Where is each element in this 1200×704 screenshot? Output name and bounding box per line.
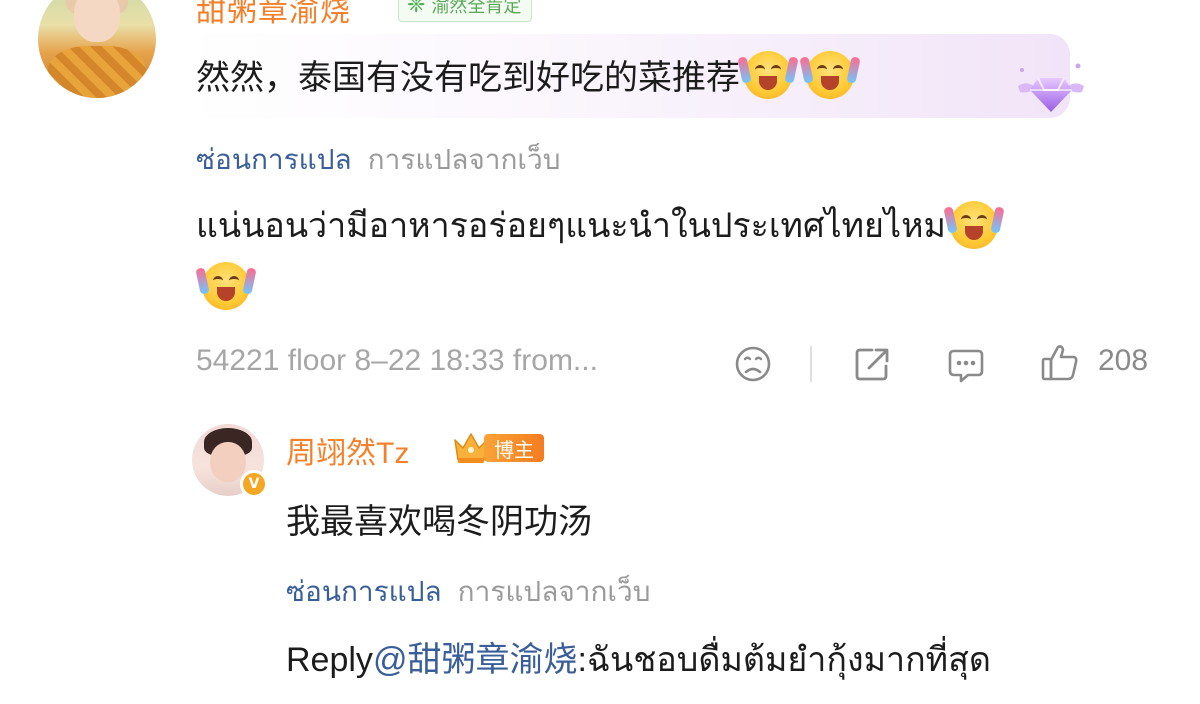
translation-source-label: การแปลจากเว็บ: [457, 576, 651, 607]
translated-text-emoji-row: [195, 262, 257, 310]
comment-text: 然然，泰国有没有吃到好吃的菜推荐: [196, 59, 740, 97]
avatar-face: [74, 0, 120, 42]
blogger-badge: 博主: [452, 430, 544, 466]
translation-source-label: การแปลจากเว็บ: [367, 144, 561, 175]
reply-translated-text-row: Reply@甜粥章渝烧:ฉันชอบดื่มต้มยำกุ้งมากที่สุด: [286, 632, 991, 686]
share-icon[interactable]: [852, 344, 892, 384]
like-count: 208: [1098, 344, 1149, 377]
avatar[interactable]: [38, 0, 156, 98]
hide-translation-link[interactable]: ซ่อนการแปล: [286, 570, 442, 614]
reply-text: 我最喜欢喝冬阴功汤: [286, 503, 592, 541]
reply-prefix: Reply: [286, 641, 373, 679]
translated-text-row: แน่นอนว่ามีอาหารอร่อยๆแนะนำในประเทศไทยไห…: [196, 198, 1005, 252]
laugh-cry-emoji-icon: [943, 201, 1005, 249]
action-divider: [810, 346, 812, 382]
fan-badge-label: 渝然全肯定: [431, 0, 522, 16]
comment-meta[interactable]: 54221 floor 8–22 18:33 from...: [196, 344, 598, 378]
sad-face-icon[interactable]: [733, 344, 773, 384]
laugh-cry-emoji-icon: [737, 50, 799, 99]
diamond-wings-icon: [1018, 63, 1084, 112]
blogger-badge-label: 博主: [484, 434, 544, 462]
avatar-face: [210, 442, 246, 482]
sprout-icon: ❈: [407, 0, 426, 17]
laugh-cry-emoji-icon: [195, 262, 257, 310]
verified-v-icon: V: [240, 470, 268, 498]
fan-badge[interactable]: ❈ 渝然全肯定: [398, 0, 533, 22]
comment-user-name[interactable]: 甜粥章渝烧: [196, 0, 351, 30]
reply-translation-bar: ซ่อนการแปล การแปลจากเว็บ: [286, 570, 651, 614]
avatar-clothes: [48, 46, 146, 98]
comment-icon[interactable]: [946, 344, 986, 384]
reply-translated-text: :ฉันชอบดื่มต้มยำกุ้งมากที่สุด: [577, 641, 991, 679]
laugh-cry-emoji-icon: [799, 50, 861, 99]
reply-user-name[interactable]: 周翊然Tz: [286, 428, 409, 472]
mention-link[interactable]: @甜粥章渝烧: [373, 641, 578, 679]
translation-bar: ซ่อนการแปล การแปลจากเว็บ: [196, 138, 561, 182]
comment-text-row: 然然，泰国有没有吃到好吃的菜推荐: [196, 50, 861, 99]
hide-translation-link[interactable]: ซ่อนการแปล: [196, 138, 352, 182]
translated-text: แน่นอนว่ามีอาหารอร่อยๆแนะนำในประเทศไทยไห…: [196, 207, 946, 245]
thumbs-up-icon[interactable]: [1040, 342, 1080, 382]
